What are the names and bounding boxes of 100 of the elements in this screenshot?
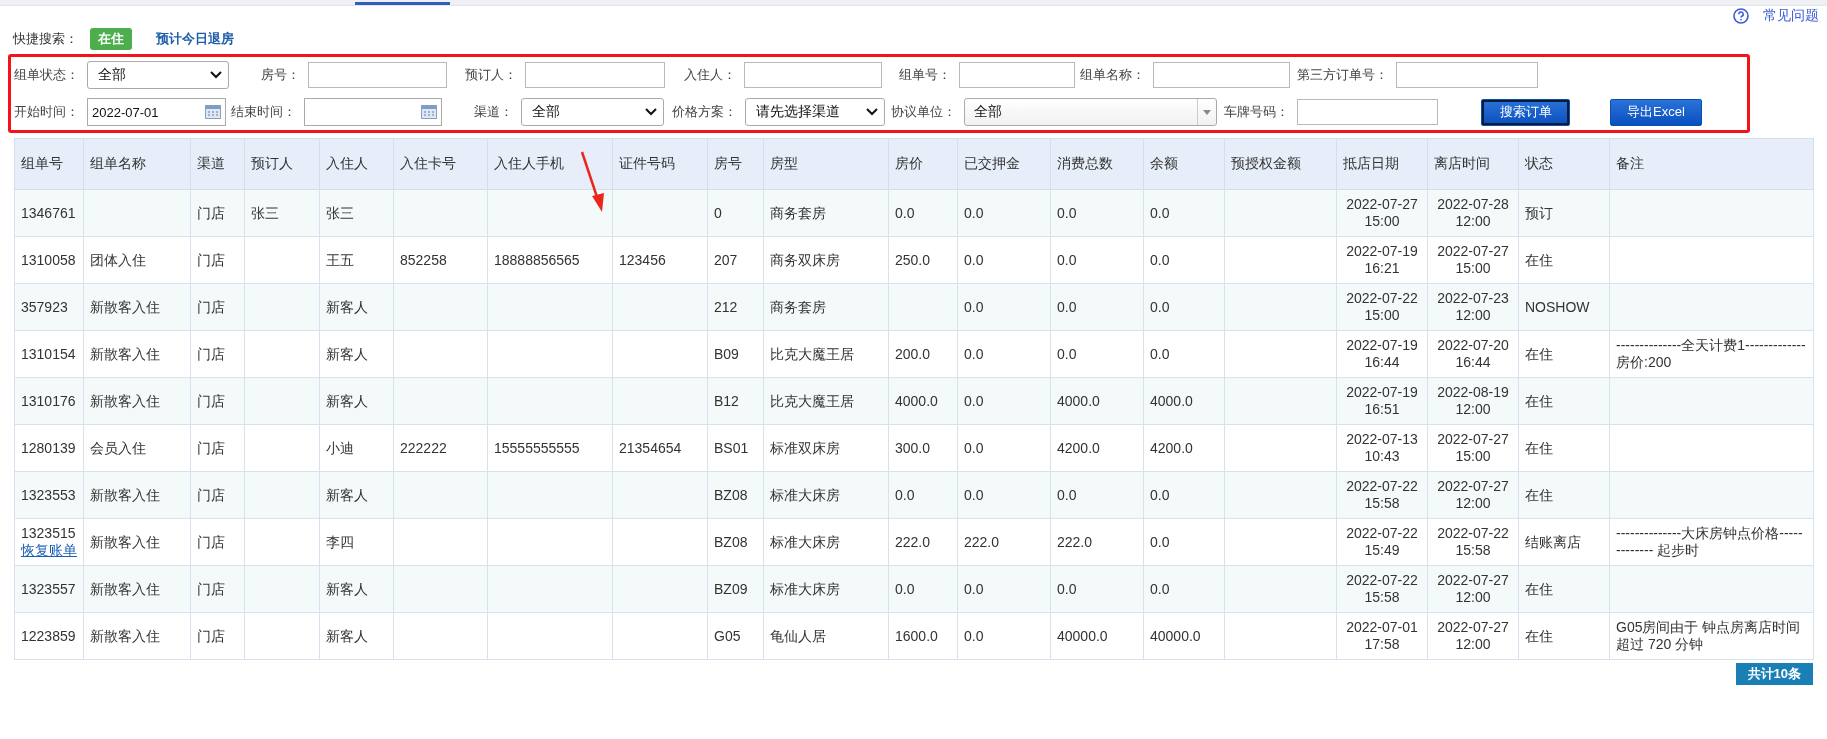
column-header[interactable]: 消费总数 xyxy=(1050,138,1144,190)
table-cell: 新散客入住 xyxy=(83,283,191,331)
field-label: 房号： xyxy=(260,66,301,84)
action-button[interactable]: 搜索订单 xyxy=(1481,98,1570,126)
table-cell: 新客人 xyxy=(319,377,394,425)
select-field[interactable]: 全部 xyxy=(87,61,229,89)
column-header[interactable]: 组单名称 xyxy=(83,138,191,190)
table-cell: 0.0 xyxy=(1143,565,1225,613)
order-number: 1280139 xyxy=(21,439,77,457)
table-cell: 新散客入住 xyxy=(83,377,191,425)
text-input[interactable] xyxy=(959,62,1075,88)
text-input[interactable] xyxy=(1153,62,1290,88)
help-link[interactable]: 常见问题 xyxy=(1763,7,1819,25)
order-number: 1310058 xyxy=(21,251,77,269)
help-icon[interactable] xyxy=(1733,8,1749,24)
column-header[interactable]: 抵店日期 xyxy=(1336,138,1428,190)
select-field[interactable]: 请先选择渠道 xyxy=(745,98,885,126)
table-cell: 0.0 xyxy=(1143,518,1225,566)
table-cell: 标准大床房 xyxy=(763,565,889,613)
table-cell: B09 xyxy=(707,330,764,378)
table-cell: 2022-07-27 12:00 xyxy=(1427,612,1519,660)
calendar-icon[interactable] xyxy=(205,105,221,119)
column-header[interactable]: 入住卡号 xyxy=(393,138,488,190)
text-input[interactable] xyxy=(1297,99,1438,125)
column-header[interactable]: 房价 xyxy=(888,138,958,190)
column-header[interactable]: 余额 xyxy=(1143,138,1225,190)
column-header[interactable]: 房型 xyxy=(763,138,889,190)
table-cell: 2022-07-28 12:00 xyxy=(1427,189,1519,237)
table-cell: 标准双床房 xyxy=(763,424,889,472)
table-cell: 0.0 xyxy=(1050,236,1144,284)
table-cell: 0.0 xyxy=(888,565,958,613)
table-cell: 123456 xyxy=(612,236,708,284)
text-input[interactable] xyxy=(744,62,882,88)
order-number: 1323557 xyxy=(21,580,77,598)
calendar-icon[interactable] xyxy=(421,105,437,119)
column-header[interactable]: 渠道 xyxy=(190,138,245,190)
table-cell: 0.0 xyxy=(957,189,1051,237)
table-cell: 0.0 xyxy=(957,612,1051,660)
restore-bill-link[interactable]: 恢复账单 xyxy=(21,542,77,558)
column-header[interactable]: 组单号 xyxy=(14,138,84,190)
column-header[interactable]: 预授权金额 xyxy=(1224,138,1337,190)
table-cell: 比克大魔王居 xyxy=(763,330,889,378)
column-header[interactable]: 状态 xyxy=(1518,138,1610,190)
field-label: 开始时间： xyxy=(13,103,80,121)
table-cell: 0.0 xyxy=(1050,330,1144,378)
table-cell: 新散客入住 xyxy=(83,330,191,378)
table-cell: --------------全天计费1------------- 房价:200 xyxy=(1609,330,1814,378)
column-header[interactable]: 入住人手机 xyxy=(487,138,613,190)
field-label: 结束时间： xyxy=(230,103,297,121)
table-cell: 2022-07-01 17:58 xyxy=(1336,612,1428,660)
table-cell: 在住 xyxy=(1518,612,1610,660)
column-header[interactable]: 预订人 xyxy=(244,138,320,190)
table-cell: 2022-07-19 16:44 xyxy=(1336,330,1428,378)
table-cell: 2022-08-19 12:00 xyxy=(1427,377,1519,425)
column-header[interactable]: 已交押金 xyxy=(957,138,1051,190)
table-cell: 新散客入住 xyxy=(83,518,191,566)
field-label: 组单号： xyxy=(898,66,952,84)
table-cell: 207 xyxy=(707,236,764,284)
table-cell: 2022-07-22 15:00 xyxy=(1336,283,1428,331)
table-cell: 1600.0 xyxy=(888,612,958,660)
total-count-badge: 共计10条 xyxy=(1735,663,1813,685)
table-cell: 0.0 xyxy=(1143,471,1225,519)
action-button[interactable]: 导出Excel xyxy=(1610,98,1702,126)
table-cell: 门店 xyxy=(190,565,245,613)
table-cell: BS01 xyxy=(707,424,764,472)
order-number: 1310176 xyxy=(21,392,77,410)
field-label: 协议单位： xyxy=(890,103,957,121)
table-cell: 4000.0 xyxy=(1050,377,1144,425)
chevron-down-icon xyxy=(645,108,657,116)
table-cell: 4000.0 xyxy=(1143,377,1225,425)
text-input[interactable] xyxy=(308,62,447,88)
table-cell: 商务套房 xyxy=(763,283,889,331)
order-number: 1323553 xyxy=(21,486,77,504)
column-header[interactable]: 入住人 xyxy=(319,138,394,190)
table-cell: 2022-07-20 16:44 xyxy=(1427,330,1519,378)
combo-field[interactable]: 全部 xyxy=(964,98,1217,126)
table-cell: 门店 xyxy=(190,283,245,331)
table-cell: 比克大魔王居 xyxy=(763,377,889,425)
table-cell: 0.0 xyxy=(957,377,1051,425)
column-header[interactable]: 证件号码 xyxy=(612,138,708,190)
column-header[interactable]: 离店时间 xyxy=(1427,138,1519,190)
quick-filter[interactable]: 预计今日退房 xyxy=(144,28,246,50)
date-field[interactable] xyxy=(304,98,442,126)
date-field[interactable]: 2022-07-01 xyxy=(87,98,226,126)
select-field[interactable]: 全部 xyxy=(521,98,664,126)
table-cell: 商务套房 xyxy=(763,189,889,237)
table-cell: 2022-07-22 15:58 xyxy=(1336,471,1428,519)
table-cell: 40000.0 xyxy=(1143,612,1225,660)
text-input[interactable] xyxy=(525,62,665,88)
column-header[interactable]: 房号 xyxy=(707,138,764,190)
table-cell: 0.0 xyxy=(1143,189,1225,237)
order-number: 1346761 xyxy=(21,204,77,222)
table-cell: 在住 xyxy=(1518,424,1610,472)
table-cell: BZ08 xyxy=(707,471,764,519)
table-cell: 0.0 xyxy=(957,565,1051,613)
table-cell: 0.0 xyxy=(1050,471,1144,519)
table-cell: 新客人 xyxy=(319,283,394,331)
text-input[interactable] xyxy=(1396,62,1538,88)
column-header[interactable]: 备注 xyxy=(1609,138,1814,190)
table-cell: 40000.0 xyxy=(1050,612,1144,660)
